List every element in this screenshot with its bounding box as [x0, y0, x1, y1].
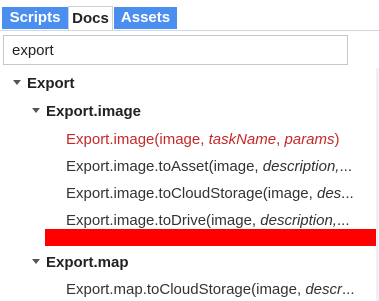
method-name: Export.image(: [66, 131, 160, 148]
panel-tab-bar: Scripts Docs Assets: [0, 0, 379, 31]
tree-node-export[interactable]: Export: [27, 74, 75, 94]
param-image: image,: [211, 212, 261, 229]
tree-node-export-image[interactable]: Export.image: [46, 102, 141, 122]
ellipsis: ...: [339, 158, 352, 175]
redaction-bar: [45, 229, 379, 246]
collapse-icon[interactable]: [32, 108, 40, 113]
doc-item-export-image-tocloudstorage[interactable]: Export.image.toCloudStorage(image, des..…: [66, 184, 354, 204]
param-description: description,: [260, 212, 337, 229]
tab-docs[interactable]: Docs: [68, 6, 113, 30]
method-name: Export.image.toCloudStorage(: [66, 185, 268, 202]
method-name: Export.image.toDrive(: [66, 212, 212, 229]
method-close: ): [334, 131, 340, 148]
tree-node-export-map[interactable]: Export.map: [46, 253, 129, 273]
doc-item-export-image-todrive[interactable]: Export.image.toDrive(image, description,…: [66, 211, 350, 231]
param-image: image: [159, 131, 201, 148]
method-name: Export.map.toCloudStorage(: [66, 281, 257, 298]
param-image: image,: [213, 158, 263, 175]
ellipsis: ...: [336, 212, 350, 229]
method-name: Export.image.toAsset(: [66, 158, 214, 175]
tab-assets[interactable]: Assets: [114, 7, 177, 29]
docs-search-input[interactable]: [3, 35, 348, 65]
doc-item-export-map-tocloudstorage[interactable]: Export.map.toCloudStorage(image, descr..…: [66, 280, 355, 300]
param-image: image,: [256, 281, 306, 298]
doc-item-export-image-toasset[interactable]: Export.image.toAsset(image, description,…: [66, 157, 352, 177]
param-sep: ,: [200, 131, 209, 148]
ellipsis: ...: [342, 281, 355, 298]
param-description: des: [316, 185, 342, 202]
param-image: image,: [267, 185, 317, 202]
doc-item-export-image[interactable]: Export.image(image, taskName, params): [66, 130, 339, 150]
param-taskname: taskName: [208, 131, 277, 148]
param-description: descr: [305, 281, 342, 298]
tab-scripts[interactable]: Scripts: [2, 7, 68, 29]
collapse-icon[interactable]: [32, 259, 40, 264]
collapse-icon[interactable]: [13, 80, 21, 85]
param-params: params: [284, 131, 335, 148]
ellipsis: ...: [341, 185, 354, 202]
param-description: description,: [262, 158, 340, 175]
